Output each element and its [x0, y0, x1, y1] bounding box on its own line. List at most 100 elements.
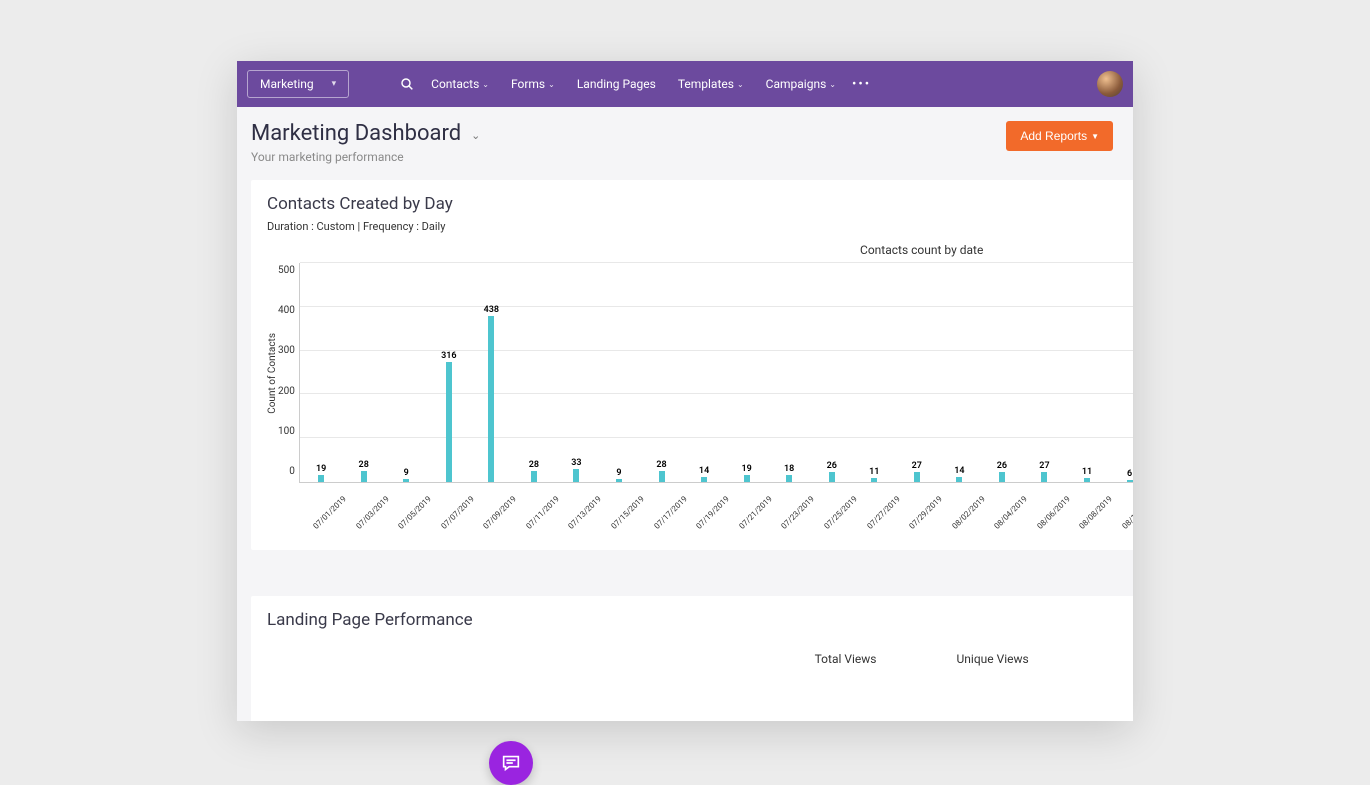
x-axis-tick: 07/21/2019 — [737, 494, 773, 530]
nav-item-label: Landing Pages — [577, 77, 656, 91]
bar-value-label: 438 — [484, 305, 499, 315]
bar-value-label: 14 — [954, 466, 964, 476]
nav-item-campaigns[interactable]: Campaigns⌄ — [766, 77, 836, 91]
nav-item-templates[interactable]: Templates⌄ — [678, 77, 744, 91]
bar-value-label: 19 — [316, 464, 326, 474]
bar[interactable]: 14 — [938, 466, 981, 482]
add-reports-button[interactable]: Add Reports ▼ — [1006, 121, 1113, 151]
bar[interactable]: 14 — [683, 466, 726, 482]
bar[interactable]: 33 — [555, 458, 598, 482]
nav-item-label: Forms — [511, 77, 545, 91]
x-axis-tick: 08/02/2019 — [950, 494, 986, 530]
y-axis-label: Count of Contacts — [267, 333, 278, 414]
bar-value-label: 28 — [529, 460, 539, 470]
bar[interactable]: 316 — [428, 351, 471, 482]
x-axis-tick: 07/11/2019 — [524, 494, 560, 530]
chevron-down-icon: ⌄ — [548, 80, 555, 89]
bar-value-label: 26 — [827, 461, 837, 471]
bar[interactable]: 18 — [768, 464, 811, 482]
bar[interactable]: 438 — [470, 305, 513, 482]
bar-value-label: 6 — [1127, 469, 1132, 479]
nav-item-contacts[interactable]: Contacts⌄ — [431, 77, 489, 91]
y-axis-tick: 400 — [278, 305, 295, 316]
chevron-down-icon: ⌄ — [482, 80, 489, 89]
x-axis-tick: 07/07/2019 — [439, 494, 475, 530]
nav-item-label: Templates — [678, 77, 734, 91]
x-axis-tick: 07/15/2019 — [610, 494, 646, 530]
chart-title: Contacts count by date — [267, 243, 1133, 257]
y-axis-tick: 100 — [278, 426, 295, 437]
bar[interactable]: 26 — [981, 461, 1024, 482]
chevron-down-icon: ⌄ — [737, 80, 744, 89]
x-axis-tick: 08/04/2019 — [993, 494, 1029, 530]
x-axis-tick: 07/01/2019 — [311, 494, 347, 530]
y-axis-tick: 300 — [278, 345, 295, 356]
x-axis-tick: 07/27/2019 — [865, 494, 901, 530]
metric-column-header: Unique Views — [957, 652, 1029, 666]
y-axis: 5004003002001000 — [278, 263, 299, 483]
x-axis-tick: 07/17/2019 — [652, 494, 688, 530]
app-window: Marketing ▾ Contacts⌄Forms⌄Landing Pages… — [237, 61, 1133, 721]
bar[interactable]: 28 — [342, 460, 385, 482]
more-menu-icon[interactable]: ••• — [852, 77, 871, 92]
chevron-down-icon: ⌄ — [471, 126, 480, 142]
card-contacts-by-day: Contacts Created by Day Duration : Custo… — [251, 180, 1133, 550]
x-axis-tick: 07/03/2019 — [354, 494, 390, 530]
x-axis-tick: 08/06/2019 — [1035, 494, 1071, 530]
card-title: Contacts Created by Day — [267, 194, 1133, 214]
bar[interactable]: 19 — [300, 464, 343, 482]
bar-value-label: 19 — [741, 464, 751, 474]
bar-value-label: 18 — [784, 464, 794, 474]
caret-down-icon: ▼ — [1091, 132, 1099, 141]
y-axis-tick: 200 — [278, 386, 295, 397]
bar-value-label: 26 — [997, 461, 1007, 471]
chevron-down-icon: ⌄ — [829, 80, 836, 89]
bar-value-label: 28 — [656, 460, 666, 470]
page-title[interactable]: Marketing Dashboard ⌄ — [251, 121, 480, 146]
x-axis-tick: 07/09/2019 — [482, 494, 518, 530]
x-axis-tick: 07/29/2019 — [908, 494, 944, 530]
bar[interactable]: 19 — [725, 464, 768, 482]
bar[interactable]: 11 — [853, 467, 896, 482]
nav-item-forms[interactable]: Forms⌄ — [511, 77, 555, 91]
module-selector-label: Marketing — [260, 77, 314, 91]
x-axis-tick: 07/05/2019 — [397, 494, 433, 530]
bar-value-label: 27 — [912, 461, 922, 471]
page-subtitle: Your marketing performance — [251, 150, 480, 164]
chevron-down-icon: ▾ — [332, 79, 337, 89]
card-title: Landing Page Performance — [267, 610, 1133, 630]
module-selector[interactable]: Marketing ▾ — [247, 70, 349, 98]
bar[interactable]: 27 — [1023, 461, 1066, 482]
page-title-text: Marketing Dashboard — [251, 121, 461, 146]
bar-value-label: 9 — [404, 468, 409, 478]
page-header: Marketing Dashboard ⌄ Your marketing per… — [237, 107, 1133, 174]
topbar: Marketing ▾ Contacts⌄Forms⌄Landing Pages… — [237, 61, 1133, 107]
card-landing-page-performance: Landing Page Performance Total Views Uniq… — [251, 596, 1133, 721]
bar[interactable]: 11 — [1066, 467, 1109, 482]
bar[interactable]: 26 — [810, 461, 853, 482]
nav-item-label: Contacts — [431, 77, 479, 91]
dashboard-body: Contacts Created by Day Duration : Custo… — [237, 174, 1133, 721]
x-axis-tick: 08/08/2019 — [1078, 494, 1114, 530]
bar[interactable]: 27 — [896, 461, 939, 482]
chat-fab[interactable] — [489, 741, 533, 785]
bar[interactable]: 28 — [513, 460, 556, 482]
bar[interactable]: 6 — [1108, 469, 1133, 482]
bar-value-label: 9 — [616, 468, 621, 478]
bar[interactable]: 9 — [598, 468, 641, 482]
bar[interactable]: 28 — [640, 460, 683, 482]
nav-item-label: Campaigns — [766, 77, 827, 91]
bar[interactable]: 9 — [385, 468, 428, 482]
x-axis-tick: 07/23/2019 — [780, 494, 816, 530]
bar-value-label: 28 — [359, 460, 369, 470]
bar-value-label: 11 — [869, 467, 879, 477]
nav-item-landing-pages[interactable]: Landing Pages — [577, 77, 656, 91]
nav: Contacts⌄Forms⌄Landing PagesTemplates⌄Ca… — [431, 77, 836, 91]
x-axis-tick: 07/13/2019 — [567, 494, 603, 530]
search-icon[interactable] — [399, 76, 415, 92]
x-axis-tick: 07/25/2019 — [822, 494, 858, 530]
avatar[interactable] — [1097, 71, 1123, 97]
metric-column-header: Total Views — [815, 652, 877, 666]
card-subtitle: Duration : Custom | Frequency : Daily — [267, 220, 1133, 233]
chart-plot: 1928931643828339281419182611271426271165… — [299, 263, 1133, 483]
